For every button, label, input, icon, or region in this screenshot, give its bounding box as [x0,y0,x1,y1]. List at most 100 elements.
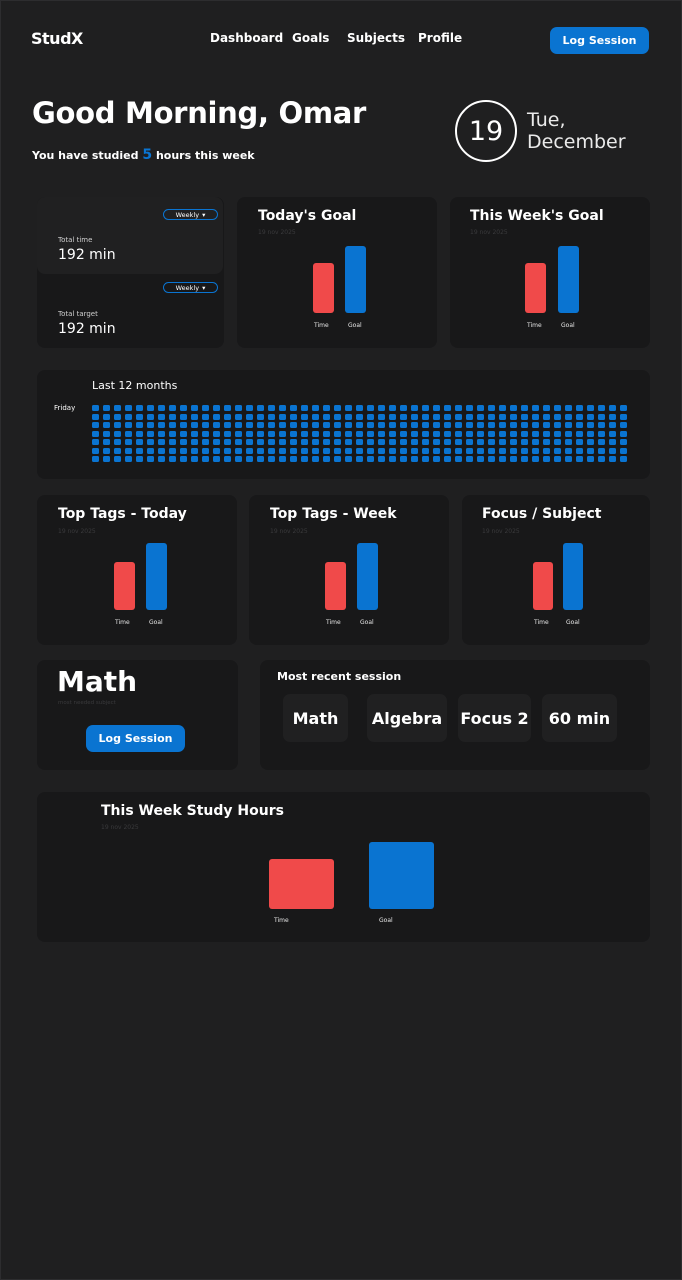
log-session-button[interactable]: Log Session [550,27,649,54]
heatmap-cell[interactable] [510,439,517,445]
heatmap-cell[interactable] [202,430,209,437]
heatmap-cell[interactable] [257,456,264,462]
heatmap-cell[interactable] [235,413,242,420]
heatmap-cell[interactable] [532,439,539,445]
heatmap-cell[interactable] [565,405,572,411]
heatmap-cell[interactable] [345,456,352,462]
nav-dashboard[interactable]: Dashboard [210,31,283,45]
heatmap-cell[interactable] [499,413,506,420]
heatmap-cell[interactable] [202,447,209,454]
heatmap-cell[interactable] [158,405,165,411]
nav-profile[interactable]: Profile [418,31,462,45]
heatmap-cell[interactable] [477,413,484,420]
heatmap-cell[interactable] [213,456,220,462]
heatmap-cell[interactable] [367,456,374,462]
heatmap-cell[interactable] [235,422,242,428]
heatmap-cell[interactable] [312,422,319,428]
heatmap-cell[interactable] [125,430,132,437]
heatmap-cell[interactable] [521,447,528,454]
heatmap-cell[interactable] [191,405,198,411]
heatmap-cell[interactable] [92,413,99,420]
heatmap-cell[interactable] [433,422,440,428]
heatmap-cell[interactable] [554,447,561,454]
heatmap-cell[interactable] [488,405,495,411]
heatmap-cell[interactable] [257,447,264,454]
heatmap-cell[interactable] [543,413,550,420]
heatmap-cell[interactable] [114,447,121,454]
heatmap-cell[interactable] [345,422,352,428]
heatmap-cell[interactable] [565,413,572,420]
heatmap-cell[interactable] [114,405,121,411]
heatmap-cell[interactable] [620,439,627,445]
heatmap-cell[interactable] [224,439,231,445]
heatmap-cell[interactable] [411,413,418,420]
heatmap-cell[interactable] [598,405,605,411]
heatmap-cell[interactable] [323,456,330,462]
heatmap-cell[interactable] [466,456,473,462]
heatmap-cell[interactable] [620,447,627,454]
heatmap-cell[interactable] [180,413,187,420]
heatmap-cell[interactable] [499,430,506,437]
heatmap-cell[interactable] [268,456,275,462]
heatmap-cell[interactable] [422,447,429,454]
heatmap-cell[interactable] [147,413,154,420]
heatmap-cell[interactable] [246,413,253,420]
heatmap-cell[interactable] [290,439,297,445]
heatmap-cell[interactable] [521,456,528,462]
heatmap-cell[interactable] [257,422,264,428]
heatmap-cell[interactable] [477,439,484,445]
heatmap-cell[interactable] [609,405,616,411]
heatmap-cell[interactable] [103,413,110,420]
heatmap-cell[interactable] [158,456,165,462]
heatmap-cell[interactable] [136,405,143,411]
heatmap-cell[interactable] [444,430,451,437]
heatmap-cell[interactable] [103,447,110,454]
heatmap-cell[interactable] [444,422,451,428]
heatmap-cell[interactable] [576,413,583,420]
heatmap-cell[interactable] [510,456,517,462]
heatmap-cell[interactable] [235,447,242,454]
heatmap-cell[interactable] [532,430,539,437]
heatmap-cell[interactable] [521,413,528,420]
heatmap-cell[interactable] [521,405,528,411]
heatmap-cell[interactable] [246,447,253,454]
heatmap-cell[interactable] [433,439,440,445]
heatmap-cell[interactable] [356,439,363,445]
heatmap-cell[interactable] [455,456,462,462]
heatmap-cell[interactable] [565,456,572,462]
heatmap-cell[interactable] [499,447,506,454]
logo[interactable]: StudX [31,29,83,48]
heatmap-cell[interactable] [202,413,209,420]
heatmap-cell[interactable] [103,405,110,411]
heatmap-cell[interactable] [543,447,550,454]
heatmap-cell[interactable] [224,413,231,420]
heatmap-cell[interactable] [213,405,220,411]
heatmap-cell[interactable] [323,447,330,454]
heatmap-cell[interactable] [510,422,517,428]
heatmap-cell[interactable] [598,422,605,428]
heatmap-cell[interactable] [411,439,418,445]
heatmap-cell[interactable] [246,439,253,445]
heatmap-cell[interactable] [334,447,341,454]
heatmap-cell[interactable] [620,456,627,462]
heatmap-cell[interactable] [323,405,330,411]
heatmap-cell[interactable] [444,413,451,420]
heatmap-cell[interactable] [125,413,132,420]
heatmap-cell[interactable] [158,413,165,420]
heatmap-cell[interactable] [455,413,462,420]
heatmap-cell[interactable] [543,405,550,411]
heatmap-cell[interactable] [488,430,495,437]
heatmap-cell[interactable] [510,430,517,437]
heatmap-cell[interactable] [598,439,605,445]
heatmap-cell[interactable] [598,413,605,420]
heatmap-cell[interactable] [213,413,220,420]
heatmap-cell[interactable] [400,456,407,462]
heatmap-cell[interactable] [114,422,121,428]
heatmap-cell[interactable] [565,430,572,437]
heatmap-cell[interactable] [422,405,429,411]
heatmap-cell[interactable] [554,405,561,411]
heatmap-cell[interactable] [367,439,374,445]
heatmap-cell[interactable] [147,439,154,445]
heatmap-cell[interactable] [191,447,198,454]
heatmap-cell[interactable] [510,447,517,454]
